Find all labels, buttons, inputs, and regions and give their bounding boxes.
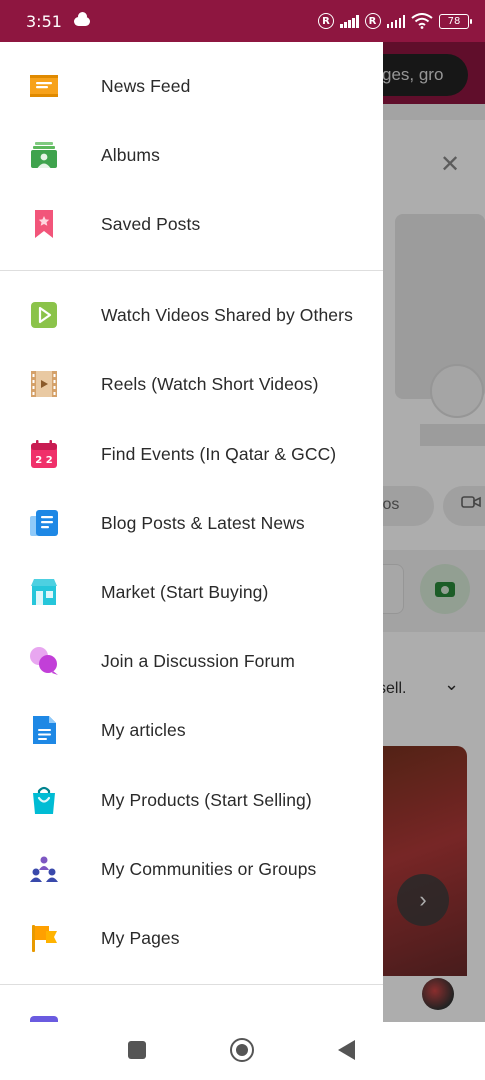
cloud-icon — [73, 11, 90, 26]
menu-item-find-events[interactable]: 2 2 Find Events (In Qatar & GCC) — [0, 422, 383, 486]
menu-item-my-products[interactable]: My Products (Start Selling) — [0, 768, 383, 832]
menu-item-label: Watch Videos Shared by Others — [101, 305, 353, 325]
menu-item-watch-videos[interactable]: Watch Videos Shared by Others — [0, 283, 383, 347]
recent-apps-button[interactable] — [128, 1041, 146, 1059]
navigation-drawer: News Feed Albums Saved Posts Watch Video… — [0, 42, 383, 1022]
film-reel-icon — [31, 371, 57, 397]
document-icon — [33, 716, 56, 744]
chat-bubbles-icon — [30, 647, 58, 675]
battery-icon: 78 — [439, 13, 472, 29]
menu-item-label: News Feed — [101, 76, 191, 96]
play-icon — [31, 302, 57, 328]
menu-item-label: Join a Discussion Forum — [101, 651, 295, 671]
menu-item-news-feed[interactable]: News Feed — [0, 54, 383, 118]
wifi-icon — [411, 13, 433, 29]
shopping-bag-icon — [33, 786, 55, 814]
status-indicators: R R 78 — [318, 13, 472, 29]
menu-item-label: Albums — [101, 145, 160, 165]
status-bar: 3:51 R R 78 — [0, 0, 485, 42]
storefront-icon — [31, 579, 57, 605]
flag-icon — [32, 925, 57, 952]
menu-divider — [0, 984, 383, 985]
menu-item-label: My Pages — [101, 928, 180, 948]
back-button[interactable] — [338, 1040, 355, 1060]
svg-text:2 2: 2 2 — [35, 455, 52, 466]
menu-divider — [0, 270, 383, 271]
newspaper-icon — [30, 510, 58, 536]
people-group-icon — [30, 856, 58, 882]
roaming-icon-2: R — [364, 13, 381, 29]
albums-icon — [31, 142, 57, 168]
signal-icon-2 — [386, 14, 405, 28]
menu-item-label: Reels (Watch Short Videos) — [101, 374, 319, 394]
menu-item-my-articles[interactable]: My articles — [0, 698, 383, 762]
roaming-icon: R — [318, 13, 334, 29]
menu-item-blog-posts[interactable]: Blog Posts & Latest News — [0, 491, 383, 555]
bookmark-icon — [35, 210, 53, 238]
menu-item-label: My Communities or Groups — [101, 859, 317, 879]
menu-item-my-pages[interactable]: My Pages — [0, 906, 383, 970]
menu-item-label: Saved Posts — [101, 214, 201, 234]
signal-icon — [340, 14, 359, 28]
menu-item-reels[interactable]: Reels (Watch Short Videos) — [0, 352, 383, 416]
news-feed-icon — [30, 75, 58, 97]
menu-item-label: My Products (Start Selling) — [101, 790, 312, 810]
menu-item-albums[interactable]: Albums — [0, 123, 383, 187]
calendar-icon: 2 2 — [31, 440, 57, 468]
menu-item-discussion-forum[interactable]: Join a Discussion Forum — [0, 629, 383, 693]
menu-item-label: Blog Posts & Latest News — [101, 513, 305, 533]
menu-item-label: Market (Start Buying) — [101, 582, 269, 602]
menu-item-market[interactable]: Market (Start Buying) — [0, 560, 383, 624]
system-navigation-bar — [0, 1022, 485, 1080]
menu-item-my-communities[interactable]: My Communities or Groups — [0, 837, 383, 901]
home-button[interactable] — [230, 1038, 254, 1062]
menu-item-label: My articles — [101, 720, 186, 740]
menu-item-saved-posts[interactable]: Saved Posts — [0, 192, 383, 256]
menu-item-label: Find Events (In Qatar & GCC) — [101, 444, 337, 464]
status-time: 3:51 — [26, 11, 62, 31]
